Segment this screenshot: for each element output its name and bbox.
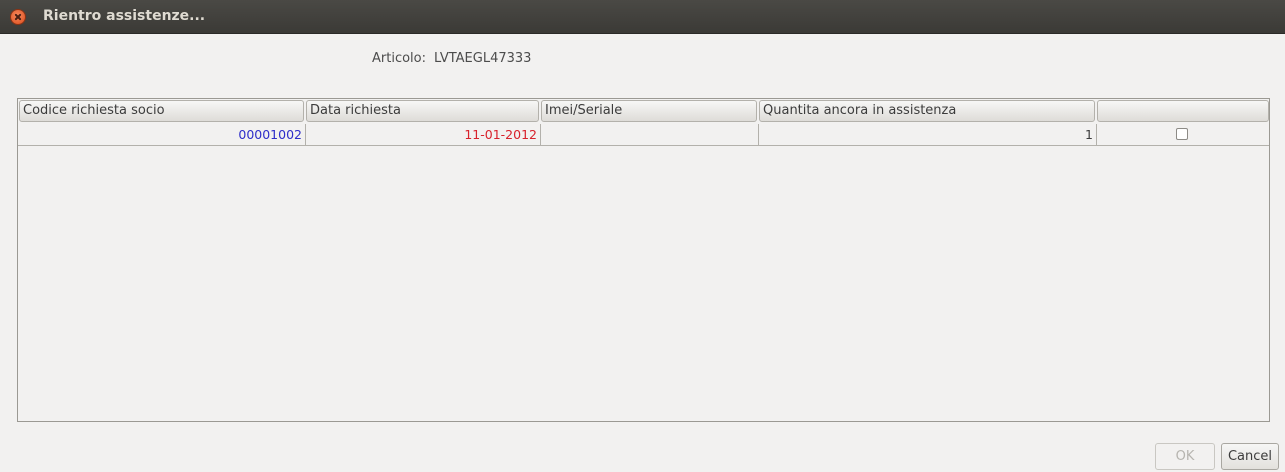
table-row[interactable]: 00001002 11-01-2012 1 — [18, 124, 1269, 146]
assistance-table: Codice richiesta socio Data richiesta Im… — [17, 98, 1270, 422]
article-info: Articolo: LVTAEGL47333 — [372, 51, 531, 66]
cell-data[interactable]: 11-01-2012 — [306, 124, 541, 145]
article-code: LVTAEGL47333 — [434, 51, 532, 66]
ok-button[interactable]: OK — [1155, 443, 1215, 470]
article-label: Articolo: — [372, 51, 426, 66]
window-title: Rientro assistenze... — [43, 8, 206, 24]
cell-codice[interactable]: 00001002 — [18, 124, 306, 145]
cell-quantita[interactable]: 1 — [759, 124, 1097, 145]
row-select-checkbox[interactable] — [1176, 128, 1188, 140]
cancel-button[interactable]: Cancel — [1221, 443, 1279, 470]
column-header-select[interactable] — [1097, 100, 1269, 122]
close-icon[interactable] — [11, 10, 25, 24]
column-header-codice[interactable]: Codice richiesta socio — [19, 100, 304, 122]
table-header: Codice richiesta socio Data richiesta Im… — [18, 99, 1269, 123]
cell-imei[interactable] — [541, 124, 759, 145]
column-header-quantita[interactable]: Quantita ancora in assistenza — [759, 100, 1095, 122]
column-header-data[interactable]: Data richiesta — [306, 100, 539, 122]
title-bar: Rientro assistenze... — [0, 0, 1285, 34]
column-header-imei[interactable]: Imei/Seriale — [541, 100, 757, 122]
